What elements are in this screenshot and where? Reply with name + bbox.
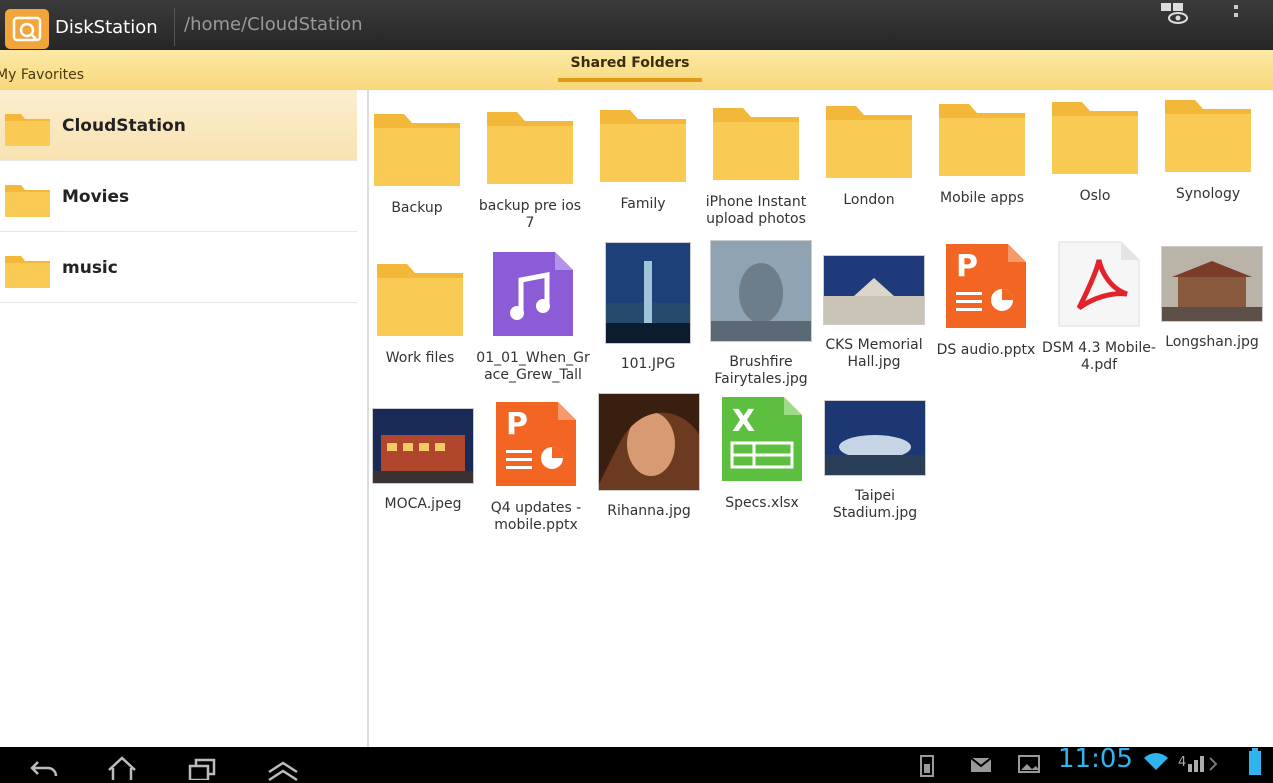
photo-tile-101[interactable]: 101.JPG	[591, 242, 705, 373]
menu-up-icon[interactable]	[266, 760, 300, 782]
music-file-icon	[493, 252, 573, 336]
view-mode-icon[interactable]	[1160, 2, 1188, 24]
back-icon[interactable]	[28, 758, 60, 780]
photo-tile-moca[interactable]: MOCA.jpeg	[366, 408, 480, 513]
email-icon	[970, 757, 992, 772]
file-label: Specs.xlsx	[725, 495, 799, 511]
favorites-list: CloudStation Movies music	[0, 90, 369, 747]
favorite-item-cloudstation[interactable]: CloudStation	[0, 90, 357, 161]
folder-tile-backup-pre-ios-7[interactable]: backup pre ios 7	[473, 106, 587, 232]
battery-saver-icon	[920, 755, 934, 777]
photo-thumbnail-icon	[1161, 246, 1263, 322]
photo-thumbnail-icon	[605, 242, 691, 344]
folder-icon	[1165, 100, 1251, 172]
pptx-tile-ds-audio[interactable]: P DS audio.pptx	[929, 242, 1043, 359]
photo-thumbnail-icon	[823, 255, 925, 325]
pdf-file-icon	[1058, 241, 1140, 327]
file-tile-music[interactable]: 01_01_When_Grace_Grew_Tall	[476, 250, 590, 384]
folder-icon	[377, 264, 463, 336]
file-label: Rihanna.jpg	[607, 503, 691, 519]
photo-thumbnail-icon	[372, 408, 474, 484]
folder-icon	[826, 106, 912, 178]
signal-icon: 4	[1178, 755, 1218, 772]
folder-tile-london[interactable]: London	[812, 100, 926, 209]
folder-icon	[374, 114, 460, 186]
file-label: DSM 4.3 Mobile-4.pdf	[1042, 340, 1156, 373]
file-label: Synology	[1175, 186, 1241, 202]
favorite-label: Movies	[62, 187, 130, 207]
folder-icon	[487, 112, 573, 184]
powerpoint-file-icon: P	[496, 402, 576, 486]
photo-tile-taipei-stadium[interactable]: Taipei Stadium.jpg	[818, 400, 932, 522]
file-label: Backup	[391, 200, 443, 216]
status-clock: 11:05	[1058, 744, 1133, 774]
recent-apps-icon[interactable]	[186, 758, 218, 780]
folder-icon	[5, 185, 50, 217]
favorite-item-music[interactable]: music	[0, 232, 357, 303]
file-label: iPhone Instant upload photos	[705, 194, 807, 227]
photo-tile-longshan[interactable]: Longshan.jpg	[1155, 246, 1269, 351]
pptx-tile-q4-updates[interactable]: P Q4 updates - mobile.pptx	[479, 400, 593, 534]
file-label: 01_01_When_Grace_Grew_Tall	[476, 350, 590, 383]
current-path: /home/CloudStation	[184, 14, 363, 35]
folder-icon	[5, 114, 50, 146]
favorite-item-movies[interactable]: Movies	[0, 161, 357, 232]
folder-icon	[713, 108, 799, 180]
file-label: backup pre ios 7	[478, 198, 582, 231]
folder-icon	[600, 110, 686, 182]
photo-thumbnail-icon	[824, 400, 926, 476]
gallery-icon	[1018, 755, 1040, 773]
folder-icon	[1052, 102, 1138, 174]
file-label: 101.JPG	[620, 356, 676, 372]
app-title[interactable]: DiskStation	[55, 17, 158, 38]
svg-text:P: P	[956, 249, 978, 284]
battery-icon	[1249, 748, 1261, 775]
photo-tile-rihanna[interactable]: Rihanna.jpg	[592, 393, 706, 520]
svg-text:X: X	[732, 404, 755, 439]
home-icon[interactable]	[105, 756, 139, 780]
favorite-label: CloudStation	[62, 116, 186, 136]
file-label: Family	[620, 196, 666, 212]
folder-tile-family[interactable]: Family	[586, 104, 700, 213]
file-label: London	[843, 192, 895, 208]
album-cover-icon	[710, 240, 812, 342]
file-label: MOCA.jpeg	[384, 496, 462, 512]
svg-text:4: 4	[1178, 755, 1186, 770]
folder-tile-iphone-instant-upload[interactable]: iPhone Instant upload photos	[699, 102, 813, 228]
file-label: Work files	[385, 350, 455, 366]
folder-tile-oslo[interactable]: Oslo	[1038, 96, 1152, 205]
wifi-icon	[1144, 753, 1168, 770]
shared-folders-grid: Backup backup pre ios 7 Family iPhone In…	[369, 90, 1273, 747]
file-label: Taipei Stadium.jpg	[832, 488, 918, 521]
powerpoint-file-icon: P	[946, 244, 1026, 328]
file-label: DS audio.pptx	[936, 342, 1036, 358]
folder-tile-work-files[interactable]: Work files	[363, 258, 477, 367]
svg-text:P: P	[506, 407, 528, 442]
active-tab-indicator	[558, 78, 702, 82]
xlsx-tile-specs[interactable]: X Specs.xlsx	[705, 395, 819, 512]
file-label: CKS Memorial Hall.jpg	[825, 337, 923, 370]
photo-tile-brushfire[interactable]: Brushfire Fairytales.jpg	[704, 240, 818, 388]
album-cover-icon	[598, 393, 700, 491]
folder-tile-synology[interactable]: Synology	[1151, 94, 1265, 203]
excel-file-icon: X	[722, 397, 802, 481]
overflow-menu-icon[interactable]	[1230, 3, 1242, 23]
folder-tile-backup[interactable]: Backup	[360, 108, 474, 217]
file-label: Brushfire Fairytales.jpg	[714, 354, 808, 387]
path-divider	[174, 8, 175, 46]
folder-tile-mobile-apps[interactable]: Mobile apps	[925, 98, 1039, 207]
folder-icon	[939, 104, 1025, 176]
file-label: Longshan.jpg	[1165, 334, 1259, 350]
file-label: Q4 updates - mobile.pptx	[490, 500, 582, 533]
tab-my-favorites[interactable]: My Favorites	[0, 67, 84, 83]
photo-tile-cks-memorial[interactable]: CKS Memorial Hall.jpg	[817, 255, 931, 371]
favorite-label: music	[62, 258, 118, 278]
file-label: Oslo	[1079, 188, 1111, 204]
folder-icon	[5, 256, 50, 288]
diskstation-app-icon[interactable]	[5, 9, 49, 49]
file-label: Mobile apps	[939, 190, 1025, 206]
pdf-tile-dsm[interactable]: DSM 4.3 Mobile-4.pdf	[1042, 240, 1156, 374]
